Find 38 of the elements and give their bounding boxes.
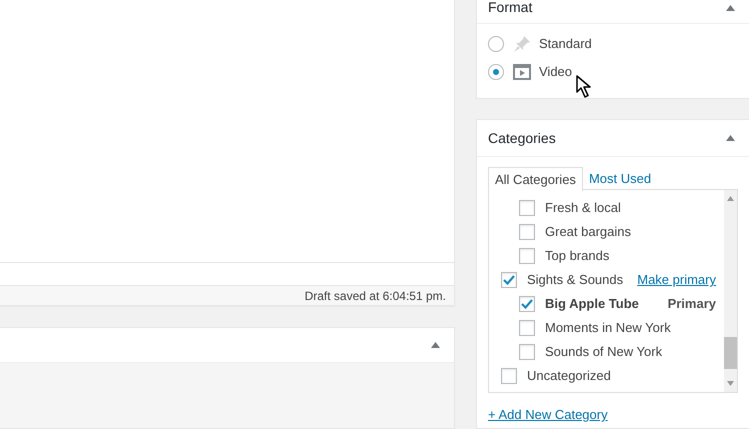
checkbox[interactable]	[519, 248, 535, 264]
pin-icon	[513, 35, 531, 53]
radio-button[interactable]	[488, 64, 504, 80]
scroll-up-icon[interactable]	[727, 196, 734, 201]
category-label: Sounds of New York	[545, 343, 662, 362]
format-label[interactable]: Standard	[539, 34, 592, 54]
collapse-arrow-icon[interactable]	[726, 4, 735, 10]
scrollbar[interactable]	[724, 190, 737, 392]
panel-title: Format	[488, 0, 532, 17]
editor-area[interactable]	[0, 0, 455, 262]
make-primary-link[interactable]: Make primary	[637, 270, 724, 290]
checkbox[interactable]	[501, 368, 517, 384]
scroll-thumb[interactable]	[724, 337, 737, 369]
format-label[interactable]: Video	[539, 62, 572, 82]
collapse-arrow-icon[interactable]	[431, 342, 440, 348]
collapse-arrow-icon[interactable]	[726, 135, 735, 141]
checkbox[interactable]	[501, 272, 517, 288]
primary-label: Primary	[668, 295, 717, 314]
category-label: Great bargains	[545, 223, 631, 242]
category-tab[interactable]: All Categories	[488, 167, 583, 191]
category-label: Fresh & local	[545, 199, 621, 218]
category-label: Uncategorized	[527, 367, 611, 386]
video-icon	[513, 64, 531, 80]
category-label: Moments in New York	[545, 319, 671, 338]
panel-title: Categories	[488, 128, 556, 148]
category-label: Top brands	[545, 247, 610, 266]
checkbox[interactable]	[519, 224, 535, 240]
category-label: Big Apple Tube	[545, 295, 639, 314]
checkbox[interactable]	[519, 296, 535, 312]
draft-status: Draft saved at 6:04:51 pm.	[304, 288, 446, 304]
category-label: Sights & Sounds	[527, 271, 624, 290]
checkbox[interactable]	[519, 344, 535, 360]
scroll-down-icon[interactable]	[727, 381, 734, 386]
checkbox[interactable]	[519, 200, 535, 216]
add-category-link[interactable]: + Add New Category	[488, 405, 738, 424]
radio-button[interactable]	[488, 36, 504, 52]
checkbox[interactable]	[519, 320, 535, 336]
category-tab[interactable]: Most Used	[582, 167, 658, 191]
